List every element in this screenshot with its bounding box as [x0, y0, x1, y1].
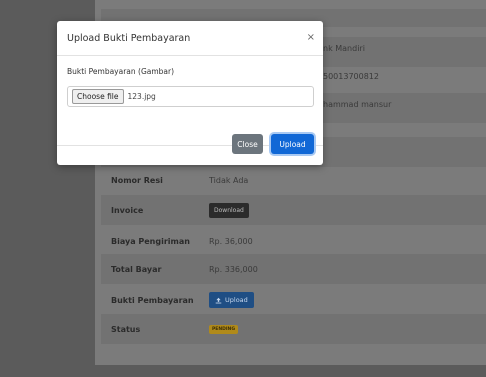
row-value: Rp. 336,000: [209, 264, 258, 274]
table-row: Bukti Pembayaran Upload: [101, 285, 486, 315]
row-label: Total Bayar: [111, 264, 162, 274]
account-number-partial: 50013700812: [323, 72, 379, 81]
upload-button[interactable]: Upload: [271, 134, 314, 154]
file-input[interactable]: Choose file 123.jpg: [67, 86, 314, 107]
download-invoice-button[interactable]: Download: [209, 202, 249, 218]
row-label: Invoice: [111, 205, 144, 215]
status-badge: PENDING: [209, 324, 239, 334]
upload-proof-label: Upload: [225, 296, 248, 304]
upload-icon: [215, 297, 222, 303]
close-icon[interactable]: ×: [307, 32, 315, 43]
upload-proof-button[interactable]: Upload: [209, 292, 254, 308]
modal-header: Upload Bukti Pembayaran ×: [57, 21, 323, 56]
table-row: Biaya Pengiriman Rp. 36,000: [101, 226, 486, 256]
table-row: Total Bayar Rp. 336,000: [101, 254, 486, 284]
table-row: Status PENDING: [101, 314, 486, 344]
modal-body: Bukti Pembayaran (Gambar) Choose file 12…: [67, 67, 314, 107]
row-value: Rp. 36,000: [209, 236, 253, 246]
account-holder-partial: hammad mansur: [323, 100, 392, 109]
row-label: Biaya Pengiriman: [111, 236, 190, 246]
choose-file-button[interactable]: Choose file: [72, 89, 124, 104]
row-value: Tidak Ada: [209, 175, 249, 185]
table-row: Invoice Download: [101, 195, 486, 225]
bank-name-partial: nk Mandiri: [323, 44, 365, 53]
row-label: Nomor Resi: [111, 175, 163, 185]
table-row: Nomor Resi Tidak Ada: [101, 165, 486, 195]
modal-title: Upload Bukti Pembayaran: [67, 32, 191, 44]
row-label: Bukti Pembayaran: [111, 295, 194, 305]
close-button[interactable]: Close: [232, 134, 263, 154]
field-label: Bukti Pembayaran (Gambar): [67, 67, 175, 76]
file-name: 123.jpg: [127, 92, 156, 101]
row-label: Status: [111, 324, 141, 334]
